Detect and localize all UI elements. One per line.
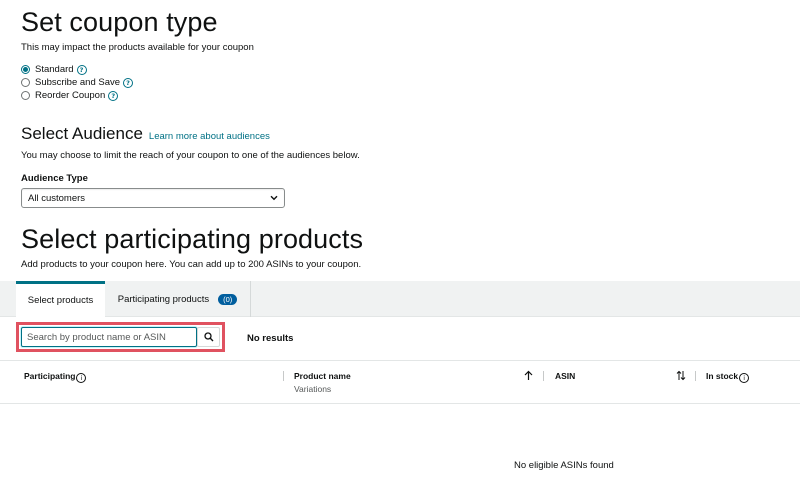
product-search-input[interactable]: Search by product name or ASIN <box>21 327 197 347</box>
help-icon[interactable]: ? <box>108 90 119 101</box>
column-participating[interactable]: Participating i <box>24 371 87 383</box>
help-icon[interactable]: ? <box>123 77 134 88</box>
audience-description: You may choose to limit the reach of you… <box>21 150 360 161</box>
tab-label: Participating products <box>117 293 210 305</box>
radio-button[interactable] <box>21 78 30 87</box>
table-header <box>0 360 800 404</box>
info-icon[interactable]: i <box>739 373 750 383</box>
learn-more-audiences-link[interactable]: Learn more about audiences <box>149 131 270 142</box>
column-divider <box>695 371 696 381</box>
audience-header: Select Audience Learn more about audienc… <box>21 124 270 144</box>
column-variations: Variations <box>294 384 332 394</box>
products-tab-bar: Select products Participating products (… <box>0 281 800 317</box>
sort-toggle-icon[interactable] <box>676 370 686 381</box>
column-label: In stock <box>706 371 739 381</box>
coupon-type-title: Set coupon type <box>21 7 218 37</box>
search-button[interactable] <box>197 327 220 347</box>
radio-option-subscribe-and-save[interactable]: Subscribe and Save ? <box>21 76 134 89</box>
tab-participating-products[interactable]: Participating products (0) <box>105 281 251 317</box>
sort-ascending-icon[interactable] <box>524 370 533 381</box>
products-title: Select participating products <box>21 224 364 254</box>
audience-title: Select Audience <box>21 124 143 143</box>
info-icon[interactable]: i <box>76 373 87 383</box>
column-label: Participating <box>24 371 76 381</box>
tab-select-products[interactable]: Select products <box>16 281 105 317</box>
radio-option-reorder-coupon[interactable]: Reorder Coupon ? <box>21 89 133 102</box>
radio-button[interactable] <box>21 65 30 74</box>
tab-label: Select products <box>27 295 94 306</box>
audience-type-select[interactable]: All customers <box>21 188 285 208</box>
column-asin[interactable]: ASIN <box>555 371 575 381</box>
column-in-stock[interactable]: In stock i <box>706 371 750 383</box>
audience-type-value: All customers <box>28 192 86 204</box>
radio-label: Subscribe and Save <box>35 77 121 88</box>
audience-type-label: Audience Type <box>21 173 88 184</box>
coupon-type-radio-group: Standard ? Subscribe and Save ? Reorder … <box>21 63 134 102</box>
search-icon <box>203 332 213 342</box>
radio-button[interactable] <box>21 91 30 100</box>
participating-count-badge: (0) <box>218 293 238 305</box>
radio-option-standard[interactable]: Standard ? <box>21 63 133 76</box>
search-result-text: No results <box>247 333 294 344</box>
column-product-name[interactable]: Product name <box>294 371 351 381</box>
products-subtitle: Add products to your coupon here. You ca… <box>21 259 362 270</box>
help-icon[interactable]: ? <box>76 64 87 75</box>
empty-state-text: No eligible ASINs found <box>514 460 614 471</box>
coupon-type-subtitle: This may impact the products available f… <box>21 42 254 53</box>
radio-label: Reorder Coupon <box>35 90 106 101</box>
column-divider <box>543 371 544 381</box>
column-divider <box>283 371 284 381</box>
radio-label: Standard <box>35 64 74 75</box>
chevron-down-icon <box>270 195 278 201</box>
